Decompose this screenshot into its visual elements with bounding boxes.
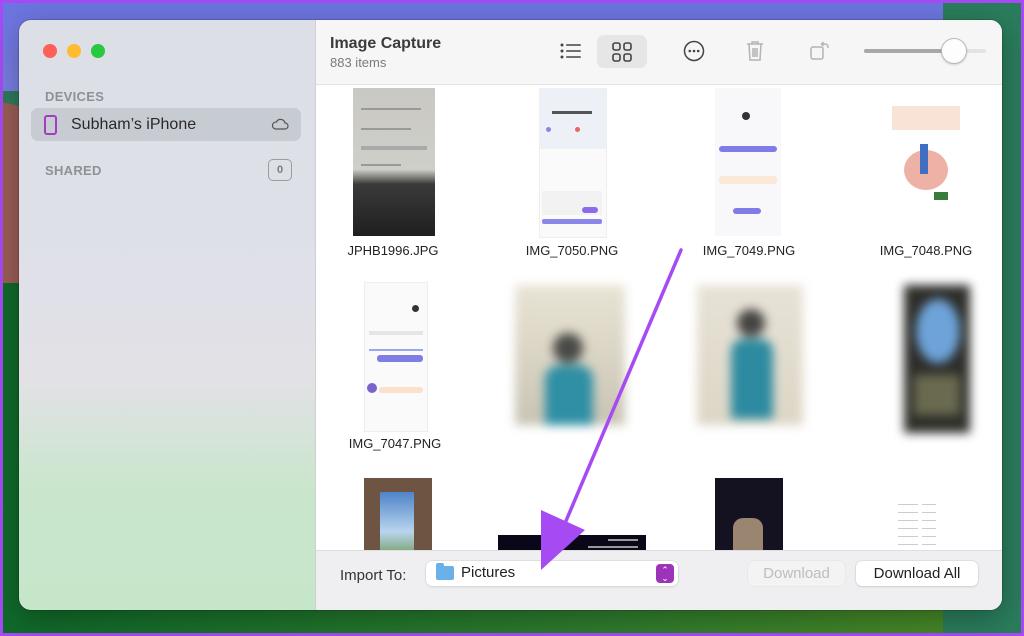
rotate-icon: [810, 41, 829, 60]
thumbnail-filename: IMG_7050.PNG: [525, 243, 619, 258]
ellipsis-circle-icon: [683, 40, 705, 62]
download-all-button[interactable]: Download All: [856, 561, 978, 586]
iphone-icon: [44, 114, 57, 135]
list-view-button[interactable]: [554, 36, 588, 66]
grid-view-button[interactable]: [597, 35, 647, 68]
grid-icon: [612, 41, 632, 62]
main-content: Image Capture 883 items JPHB1996.JPG IMG…: [316, 20, 1002, 610]
rotate-button[interactable]: [806, 37, 834, 65]
thumbnail-image: [697, 285, 803, 425]
thumbnail-image: [353, 88, 435, 236]
thumbnail-filename: IMG_7048.PNG: [879, 243, 973, 258]
import-to-label: Import To:: [340, 567, 407, 584]
thumbnail-image: [515, 285, 625, 425]
devices-section-label: DEVICES: [45, 89, 105, 104]
thumbnail-filename: JPHB1996.JPG: [347, 243, 439, 258]
device-name: Subham’s iPhone: [71, 115, 197, 133]
list-icon: [560, 43, 581, 59]
close-window-button[interactable]: [43, 44, 57, 58]
thumbnail-image: [364, 478, 432, 550]
thumbnail-image: [498, 535, 646, 550]
sidebar-item-iphone[interactable]: Subham’s iPhone: [31, 108, 301, 141]
thumbnail-image: [364, 282, 428, 432]
thumbnail-size-slider[interactable]: [864, 38, 988, 64]
import-destination-value: Pictures: [461, 564, 516, 581]
download-button[interactable]: Download: [748, 561, 845, 586]
import-destination-select[interactable]: Pictures ⌃ ⌄: [426, 561, 678, 586]
window-title: Image Capture: [330, 35, 442, 52]
thumbnail-image: [539, 88, 607, 238]
zoom-window-button[interactable]: [91, 44, 105, 58]
import-bar: Import To: Pictures ⌃ ⌄ Download Download…: [316, 550, 1002, 610]
cloud-icon: [271, 118, 289, 130]
thumbnail-image: [890, 88, 962, 236]
sidebar: DEVICES Subham’s iPhone SHARED 0: [19, 20, 316, 610]
chevron-up-down-icon: ⌃ ⌄: [656, 564, 674, 583]
folder-icon: [436, 563, 454, 580]
delete-button[interactable]: [741, 37, 769, 65]
thumbnail-filename: IMG_7049.PNG: [702, 243, 796, 258]
trash-icon: [747, 41, 763, 61]
minimize-window-button[interactable]: [67, 44, 81, 58]
window-controls: [43, 44, 105, 58]
thumbnail-image: [892, 478, 958, 550]
thumbnail-grid: JPHB1996.JPG IMG_7050.PNG IMG_7049.PNG I…: [316, 85, 1002, 550]
toolbar: Image Capture 883 items: [316, 20, 1002, 85]
thumbnail-filename: IMG_7047.PNG: [348, 436, 442, 451]
image-capture-window: DEVICES Subham’s iPhone SHARED 0 Image C…: [19, 20, 1002, 610]
slider-knob[interactable]: [941, 38, 967, 64]
more-options-button[interactable]: [680, 37, 708, 65]
shared-count-badge: 0: [268, 159, 292, 181]
item-count: 883 items: [330, 55, 387, 70]
thumbnail-image: [904, 285, 970, 433]
thumbnail-image: [715, 88, 781, 236]
thumbnail-image: [715, 478, 783, 550]
shared-section-label: SHARED: [45, 163, 102, 178]
